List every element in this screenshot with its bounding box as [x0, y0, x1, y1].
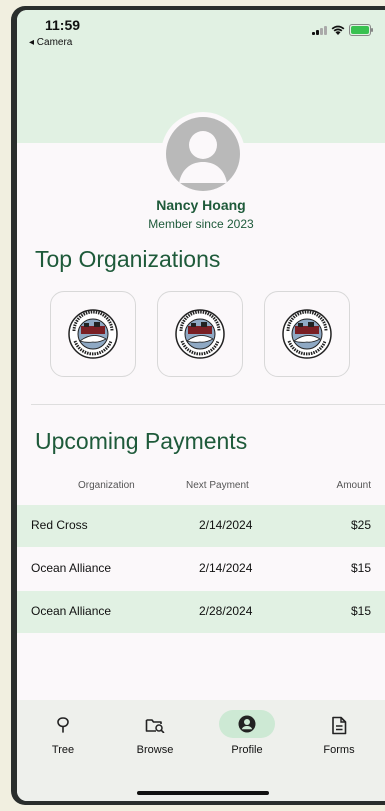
- table-row[interactable]: Red Cross 2/14/2024 $25: [17, 505, 385, 547]
- tab-label: Tree: [51, 744, 75, 756]
- ocean-alliance-logo: [68, 309, 118, 359]
- status-icons: [312, 24, 373, 36]
- signal-icon: [312, 25, 327, 35]
- status-time: 11:59: [45, 17, 81, 33]
- tab-label: Forms: [323, 744, 355, 756]
- home-indicator[interactable]: [137, 791, 269, 795]
- ocean-alliance-logo: [175, 309, 225, 359]
- column-header-next-payment: Next Payment: [186, 480, 249, 491]
- table-row[interactable]: Ocean Alliance 2/14/2024 $15: [17, 548, 385, 590]
- forms-icon: [332, 716, 347, 734]
- tree-icon: [57, 717, 69, 733]
- column-header-amount: Amount: [336, 480, 371, 491]
- section-divider: [31, 404, 385, 405]
- cell-next-payment: 2/28/2024: [199, 604, 253, 618]
- active-tab-indicator: [219, 709, 275, 738]
- top-organizations-title: Top Organizations: [35, 246, 221, 272]
- org-card[interactable]: [50, 291, 136, 377]
- back-to-camera-link[interactable]: ◂ Camera: [29, 37, 72, 48]
- cell-next-payment: 2/14/2024: [199, 561, 253, 575]
- cell-organization: Ocean Alliance: [31, 561, 112, 575]
- wifi-icon: [331, 25, 345, 35]
- ocean-alliance-logo: [282, 309, 332, 359]
- profile-name: Nancy Hoang: [156, 197, 246, 213]
- tab-forms[interactable]: Forms: [309, 714, 369, 756]
- cell-amount: $15: [350, 604, 371, 618]
- tab-profile[interactable]: Profile: [217, 709, 277, 756]
- profile-icon: [238, 715, 256, 732]
- cell-organization: Red Cross: [31, 518, 88, 532]
- tab-tree[interactable]: Tree: [33, 714, 93, 756]
- table-row[interactable]: Ocean Alliance 2/28/2024 $15: [17, 591, 385, 633]
- browse-icon: [145, 719, 165, 733]
- tab-label: Profile: [231, 744, 263, 756]
- person-icon: [179, 131, 227, 183]
- cell-amount: $25: [350, 518, 371, 532]
- tab-browse[interactable]: Browse: [125, 714, 185, 756]
- upcoming-payments-title: Upcoming Payments: [35, 428, 248, 454]
- screen: 11:59 ◂ Camera Nancy Hoang Member since …: [17, 10, 385, 801]
- column-header-organization: Organization: [78, 480, 135, 491]
- bottom-tab-bar: Tree Browse Profile Forms: [17, 700, 385, 801]
- tab-label: Browse: [136, 744, 174, 756]
- member-since: Member since 2023: [148, 217, 254, 231]
- cell-amount: $15: [350, 561, 371, 575]
- avatar-ring: [161, 112, 245, 196]
- org-card[interactable]: [264, 291, 350, 377]
- avatar[interactable]: [166, 117, 240, 191]
- battery-icon: [349, 24, 373, 36]
- device-frame: 11:59 ◂ Camera Nancy Hoang Member since …: [11, 6, 385, 805]
- org-card[interactable]: [157, 291, 243, 377]
- cell-next-payment: 2/14/2024: [199, 518, 253, 532]
- cell-organization: Ocean Alliance: [31, 604, 112, 618]
